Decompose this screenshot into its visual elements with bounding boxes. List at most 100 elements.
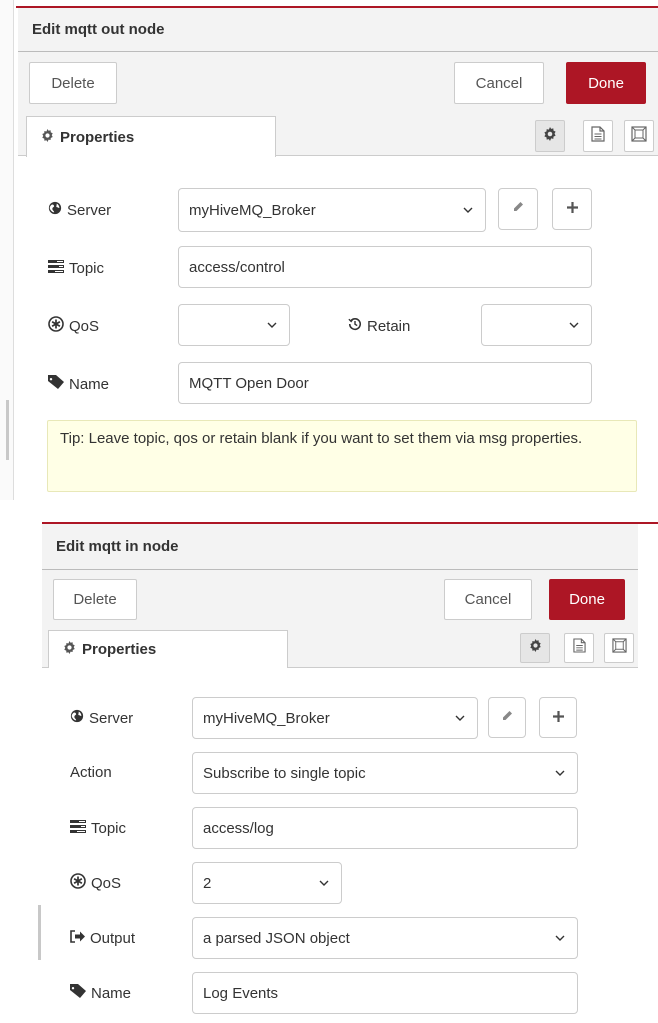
panel2-qos-label: QoS [70, 871, 185, 895]
file-text-icon [572, 638, 586, 658]
panel2-titlebar: Edit mqtt in node [42, 524, 638, 570]
tasks-icon [70, 819, 86, 837]
panel1-name-input[interactable]: MQTT Open Door [178, 362, 592, 404]
node-appearance-icon [631, 125, 647, 147]
output-label-text: Output [90, 929, 136, 947]
panel2-edit-server-button[interactable] [488, 697, 526, 738]
done-label: Done [588, 74, 624, 92]
plus-icon [552, 709, 564, 727]
panel2-left-marker [38, 905, 41, 960]
panel1-topic-input[interactable]: access/control [178, 246, 592, 288]
server-value: myHiveMQ_Broker [189, 201, 316, 219]
chevron-down-icon [553, 931, 567, 945]
panel1-title: Edit mqtt out node [32, 21, 165, 38]
panel1-qos-select[interactable] [178, 304, 290, 346]
panel1-description-icon-button[interactable] [583, 120, 613, 152]
panel1-settings-icon-button[interactable] [535, 120, 565, 152]
globe-icon [70, 709, 84, 727]
qos-label-text: QoS [69, 317, 100, 335]
name-label-text: Name [91, 984, 132, 1002]
action-value: Subscribe to single topic [203, 764, 366, 782]
panel2-server-select[interactable]: myHiveMQ_Broker [192, 697, 478, 739]
panel2-appearance-icon-button[interactable] [604, 633, 634, 663]
topic-value: access/control [189, 258, 285, 276]
panel2-title: Edit mqtt in node [56, 538, 179, 555]
server-label-text: Server [89, 709, 134, 727]
chevron-down-icon [461, 203, 475, 217]
panel2-topic-input[interactable]: access/log [192, 807, 578, 849]
server-label-text: Server [67, 201, 112, 219]
panel1-server-label: Server [48, 198, 168, 222]
panel2-name-input[interactable]: Log Events [192, 972, 578, 1014]
tip-text: Tip: Leave topic, qos or retain blank if… [60, 430, 583, 447]
panel2-delete-button[interactable]: Delete [53, 579, 137, 620]
asterisk-circle-icon [70, 873, 86, 893]
panel1-add-server-button[interactable] [552, 188, 592, 230]
tab-properties-label: Properties [60, 128, 135, 146]
left-edge-marker [6, 400, 9, 460]
topic-value: access/log [203, 819, 274, 837]
panel2-add-server-button[interactable] [539, 697, 577, 738]
gear-icon [529, 639, 542, 657]
sign-out-icon [70, 929, 85, 947]
topic-label-text: Topic [69, 259, 105, 277]
panel2-description-icon-button[interactable] [564, 633, 594, 663]
history-icon [348, 317, 362, 335]
topic-label-text: Topic [91, 819, 127, 837]
action-label-text: Action [70, 763, 112, 781]
cog-icon [63, 641, 76, 658]
server-value: myHiveMQ_Broker [203, 709, 330, 727]
panel2-settings-icon-button[interactable] [520, 633, 550, 663]
name-value: Log Events [203, 984, 279, 1002]
tab-properties-label: Properties [82, 641, 157, 658]
panel2-output-select[interactable]: a parsed JSON object [192, 917, 578, 959]
panel1-retain-select[interactable] [481, 304, 592, 346]
qos-value: 2 [203, 874, 212, 892]
panel1-server-select[interactable]: myHiveMQ_Broker [178, 188, 486, 232]
panel1-cancel-button[interactable]: Cancel [454, 62, 544, 104]
qos-label-text: QoS [91, 874, 122, 892]
panel1-topic-label: Topic [48, 256, 168, 280]
gear-icon [543, 126, 557, 146]
cancel-label: Cancel [475, 74, 523, 92]
pencil-icon [501, 709, 513, 727]
panel2-name-label: Name [70, 981, 185, 1005]
name-label-text: Name [69, 375, 110, 393]
chevron-down-icon [553, 766, 567, 780]
panel1-qos-label: QoS [48, 314, 168, 338]
delete-label: Delete [73, 591, 117, 608]
panel2-topic-label: Topic [70, 816, 185, 840]
retain-label-text: Retain [367, 317, 411, 335]
panel2-action-label: Action [70, 760, 185, 784]
delete-label: Delete [51, 74, 95, 92]
tasks-icon [48, 259, 64, 277]
output-value: a parsed JSON object [203, 929, 350, 947]
file-text-icon [591, 125, 605, 147]
panel1-delete-button[interactable]: Delete [29, 62, 117, 104]
panel1-appearance-icon-button[interactable] [624, 120, 654, 152]
panel2-cancel-button[interactable]: Cancel [444, 579, 532, 620]
panel1-name-label: Name [48, 372, 168, 396]
panel2-output-label: Output [70, 926, 185, 950]
panel1-retain-label: Retain [348, 314, 458, 338]
tag-icon [48, 375, 64, 393]
panel1-done-button[interactable]: Done [566, 62, 646, 104]
done-label: Done [569, 591, 605, 608]
chevron-down-icon [567, 318, 581, 332]
panel2-qos-select[interactable]: 2 [192, 862, 342, 904]
tag-icon [70, 984, 86, 1002]
panel2-action-select[interactable]: Subscribe to single topic [192, 752, 578, 794]
panel1-titlebar: Edit mqtt out node [18, 8, 658, 52]
panel2-tab-properties[interactable]: Properties [48, 630, 288, 668]
panel1-tab-properties[interactable]: Properties [26, 116, 276, 157]
panel1-edit-server-button[interactable] [498, 188, 538, 230]
cancel-label: Cancel [464, 591, 512, 608]
plus-icon [566, 200, 578, 218]
chevron-down-icon [317, 876, 331, 890]
panel2-done-button[interactable]: Done [549, 579, 625, 620]
panel2-server-label: Server [70, 706, 185, 730]
chevron-down-icon [453, 711, 467, 725]
name-value: MQTT Open Door [189, 374, 309, 392]
globe-icon [48, 201, 62, 219]
asterisk-circle-icon [48, 316, 64, 336]
